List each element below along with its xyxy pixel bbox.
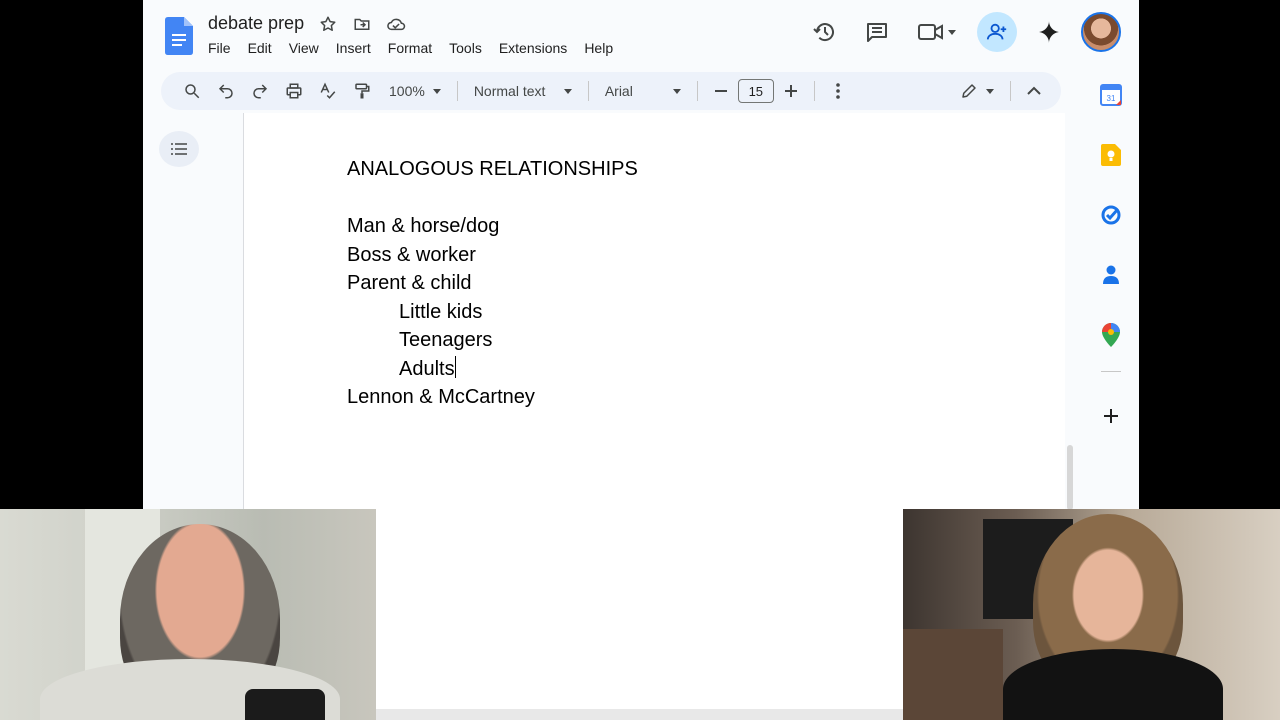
- increase-font-size-icon[interactable]: [774, 77, 808, 105]
- add-icon[interactable]: [1099, 404, 1123, 428]
- list-item: Boss & worker: [347, 243, 476, 266]
- menu-edit[interactable]: Edit: [248, 40, 278, 56]
- side-panel-divider: [1101, 371, 1121, 372]
- history-icon[interactable]: [805, 12, 845, 52]
- toolbar-divider: [813, 81, 815, 101]
- more-options-icon[interactable]: [821, 77, 855, 105]
- menu-help[interactable]: Help: [584, 40, 619, 56]
- chevron-down-icon: [986, 88, 994, 94]
- avatar[interactable]: [1081, 12, 1121, 52]
- chevron-down-icon: [948, 29, 956, 35]
- maps-icon[interactable]: [1099, 323, 1123, 347]
- sub-list-item: Little kids: [399, 300, 483, 323]
- list-item: Lennon & McCartney: [347, 386, 535, 408]
- sub-list-item-active: Adults: [347, 355, 638, 384]
- sub-list-item-text: Adults: [399, 357, 455, 380]
- cloud-saved-icon[interactable]: [386, 14, 406, 34]
- tasks-icon[interactable]: [1099, 203, 1123, 227]
- chevron-down-icon: [563, 88, 572, 94]
- font-select[interactable]: Arial: [595, 83, 691, 99]
- menu-extensions[interactable]: Extensions: [499, 40, 573, 56]
- pencil-icon: [962, 84, 976, 98]
- document-title[interactable]: debate prep: [208, 13, 304, 34]
- toolbar-divider: [696, 81, 698, 101]
- menu-bar: File Edit View Insert Format Tools Exten…: [208, 40, 630, 56]
- menu-view[interactable]: View: [289, 40, 325, 56]
- menu-format[interactable]: Format: [388, 40, 438, 56]
- shelf: [903, 629, 1003, 720]
- gemini-icon[interactable]: [1029, 12, 1069, 52]
- decrease-font-size-icon[interactable]: [704, 77, 738, 105]
- star-icon[interactable]: [318, 14, 338, 34]
- participant-video-left: [0, 509, 376, 720]
- move-folder-icon[interactable]: [352, 14, 372, 34]
- toolbar-divider: [1010, 81, 1011, 101]
- chevron-down-icon: [432, 88, 441, 94]
- print-icon[interactable]: [277, 77, 311, 105]
- comments-icon[interactable]: [857, 12, 897, 52]
- toolbar-divider: [587, 81, 589, 101]
- calendar-icon[interactable]: 31: [1099, 83, 1123, 107]
- list-item: Man & horse/dog: [347, 215, 500, 237]
- zoom-select[interactable]: 100%: [379, 83, 451, 99]
- text-cursor: [454, 355, 457, 378]
- document-outline-icon[interactable]: [159, 131, 199, 167]
- font-value: Arial: [604, 83, 633, 99]
- document-heading: ANALOGOUS RELATIONSHIPS: [347, 158, 638, 180]
- paragraph-style-value: Normal text: [473, 83, 546, 99]
- participant-shirt: [1003, 649, 1223, 720]
- title-row: debate prep: [208, 13, 406, 34]
- contacts-icon[interactable]: [1099, 263, 1123, 287]
- header-actions: [793, 12, 1121, 52]
- menu-tools[interactable]: Tools: [449, 40, 488, 56]
- formatting-toolbar: 100% Normal text Arial 15: [161, 72, 1061, 110]
- microphone: [245, 689, 325, 720]
- vertical-scrollbar[interactable]: [1067, 445, 1073, 510]
- zoom-value: 100%: [389, 83, 425, 99]
- list-item: Parent & child: [347, 272, 472, 294]
- participant-video-right: [903, 509, 1280, 720]
- paint-format-icon[interactable]: [345, 77, 379, 105]
- redo-icon[interactable]: [243, 77, 277, 105]
- undo-icon[interactable]: [209, 77, 243, 105]
- toolbar-divider: [456, 81, 458, 101]
- menu-insert[interactable]: Insert: [336, 40, 377, 56]
- spellcheck-icon[interactable]: [311, 77, 345, 105]
- font-size-input[interactable]: 15: [737, 79, 774, 103]
- svg-text:31: 31: [1107, 94, 1116, 103]
- keep-icon[interactable]: [1099, 143, 1123, 167]
- chevron-down-icon: [672, 88, 681, 94]
- editing-mode-select[interactable]: [950, 82, 1004, 100]
- meet-icon[interactable]: [909, 12, 965, 52]
- document-body[interactable]: ANALOGOUS RELATIONSHIPS Man & horse/dog …: [347, 155, 638, 412]
- collapse-menus-icon[interactable]: [1017, 77, 1051, 105]
- docs-logo-icon[interactable]: [165, 17, 193, 55]
- menu-file[interactable]: File: [208, 40, 237, 56]
- paragraph-style-select[interactable]: Normal text: [464, 83, 582, 99]
- screen-share-bottom-bar: [376, 709, 903, 720]
- sub-list-item: Teenagers: [399, 329, 493, 351]
- share-icon[interactable]: [977, 12, 1017, 52]
- search-icon[interactable]: [175, 77, 209, 105]
